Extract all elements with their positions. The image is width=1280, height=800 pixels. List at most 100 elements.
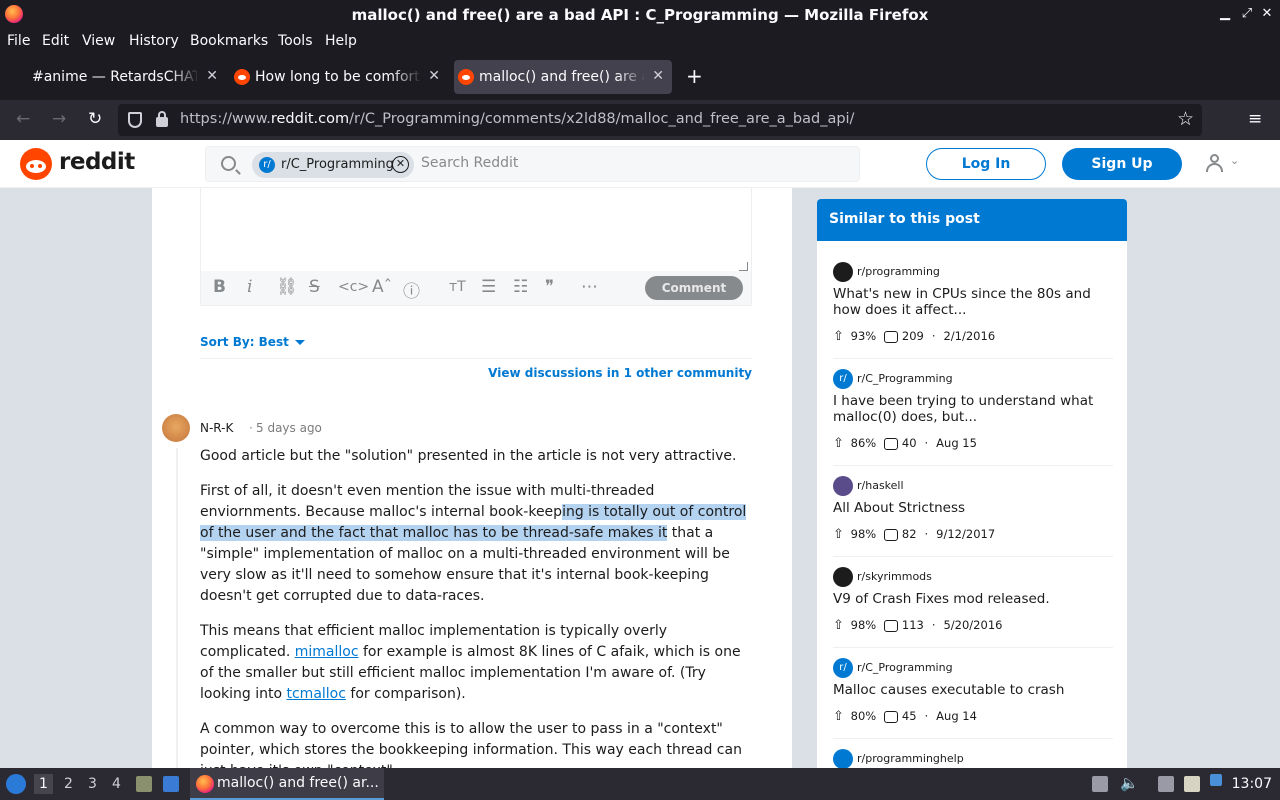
comment-time[interactable]: 5 days ago	[256, 421, 322, 435]
inline-code-icon[interactable]: <c>	[338, 279, 369, 295]
menu-view[interactable]: View	[82, 33, 115, 49]
upvote-icon: ⇧	[833, 527, 844, 542]
maximize-icon[interactable]: ⤢	[1240, 6, 1254, 21]
menu-help[interactable]: Help	[325, 33, 357, 49]
post-title[interactable]: I have been trying to understand what ma…	[833, 393, 1113, 425]
subreddit-name[interactable]: r/C_Programming	[857, 372, 953, 385]
thread-line[interactable]	[176, 448, 178, 768]
log-in-button[interactable]: Log In	[926, 148, 1046, 180]
workspace-3[interactable]: 3	[88, 776, 97, 792]
view-discussions-link[interactable]: View discussions in 1 other community	[488, 366, 752, 380]
back-icon[interactable]: ←	[16, 109, 30, 129]
tcmalloc-link[interactable]: tcmalloc	[287, 686, 346, 702]
menu-tools[interactable]: Tools	[278, 33, 313, 49]
italic-icon[interactable]: i	[247, 277, 252, 297]
strikethrough-icon[interactable]: S	[309, 277, 320, 297]
post-title[interactable]: All About Strictness	[833, 500, 1113, 516]
sign-up-button[interactable]: Sign Up	[1062, 148, 1182, 180]
tab-malloc[interactable]: malloc() and free() are a ✕	[454, 60, 672, 94]
post-meta: ⇧ 93% 209 · 2/1/2016	[833, 329, 996, 344]
clear-chip-icon[interactable]: ✕	[392, 156, 409, 173]
upvote-icon: ⇧	[833, 436, 844, 451]
bulleted-list-icon[interactable]: ☰	[481, 277, 496, 297]
post-title[interactable]: V9 of Crash Fixes mod released.	[833, 591, 1113, 607]
comment-author[interactable]: N-R-K	[200, 421, 233, 435]
comment-icon	[884, 619, 899, 632]
superscript-icon[interactable]: Aˆ	[372, 277, 392, 297]
tray-updates-icon[interactable]	[1092, 776, 1108, 792]
taskbar-firefox-window[interactable]: malloc() and free() ar...	[190, 768, 384, 800]
subreddit-name[interactable]: r/C_Programming	[857, 661, 953, 674]
tab-anime[interactable]: #anime — RetardsCHAT ✕	[8, 60, 226, 94]
start-menu-icon[interactable]	[6, 774, 26, 794]
lock-icon[interactable]	[156, 111, 168, 127]
reddit-header: reddit r/ r/C_Programming ✕ Log In Sign …	[0, 140, 1280, 188]
numbered-list-icon[interactable]: ☷	[513, 277, 528, 297]
network-icon[interactable]	[1158, 776, 1174, 792]
subreddit-name[interactable]: r/skyrimmods	[857, 570, 932, 583]
close-tab-icon[interactable]: ✕	[652, 68, 664, 84]
close-tab-icon[interactable]: ✕	[206, 68, 218, 84]
forward-icon[interactable]: →	[52, 109, 66, 129]
file-manager-icon[interactable]	[136, 776, 152, 792]
menu-bookmarks[interactable]: Bookmarks	[190, 33, 268, 49]
navigation-bar: ← → ↻ https://www.reddit.com/r/C_Program…	[0, 100, 1280, 140]
resize-grip-icon[interactable]	[739, 262, 748, 271]
reddit-logo-icon[interactable]	[20, 148, 52, 180]
workspace-1[interactable]: 1	[34, 774, 53, 794]
comment-icon	[884, 437, 899, 450]
spoiler-icon[interactable]: ⓘ	[403, 277, 420, 302]
comment-button[interactable]: Comment	[645, 276, 743, 300]
comment-editor[interactable]: B i ⛓ S <c> Aˆ ⓘ ᴛT ☰ ☷ ❞ ⋯ Comment	[200, 188, 752, 306]
desktop-icon[interactable]	[163, 776, 179, 792]
taskbar-app-label: malloc() and free() ar...	[217, 775, 379, 791]
comment-paragraph: A common way to overcome this is to allo…	[200, 721, 742, 768]
url-text[interactable]: https://www.reddit.com/r/C_Programming/c…	[180, 111, 854, 127]
sort-dropdown[interactable]: Sort By: Best	[200, 335, 305, 349]
link-icon[interactable]: ⛓	[276, 277, 298, 297]
separator-dot: ·	[249, 421, 253, 435]
bold-icon[interactable]: B	[213, 277, 226, 297]
subreddit-name[interactable]: r/haskell	[857, 479, 904, 492]
reddit-wordmark[interactable]: reddit	[59, 149, 135, 175]
close-window-icon[interactable]: ✕	[1260, 6, 1274, 21]
subreddit-name[interactable]: r/programminghelp	[857, 752, 964, 765]
menu-history[interactable]: History	[129, 33, 179, 49]
menu-edit[interactable]: Edit	[42, 33, 69, 49]
heading-icon[interactable]: ᴛT	[449, 279, 466, 295]
reload-icon[interactable]: ↻	[88, 109, 102, 129]
avatar[interactable]	[162, 414, 190, 442]
reddit-favicon-icon	[234, 69, 250, 85]
more-options-icon[interactable]: ⋯	[581, 277, 598, 297]
minimize-icon[interactable]: ▁	[1218, 6, 1232, 21]
reddit-favicon-icon	[458, 69, 474, 85]
comment-paragraph: First of all, it doesn't even mention th…	[200, 483, 747, 604]
search-input[interactable]	[421, 155, 841, 171]
quote-icon[interactable]: ❞	[545, 277, 554, 297]
new-tab-icon[interactable]: +	[686, 64, 703, 88]
post-main-column: B i ⛓ S <c> Aˆ ⓘ ᴛT ☰ ☷ ❞ ⋯ Comment Sort…	[152, 188, 792, 768]
post-meta: ⇧ 80% 45 · Aug 14	[833, 709, 977, 724]
subreddit-filter-chip[interactable]: r/ r/C_Programming ✕	[252, 152, 414, 178]
clock[interactable]: 13:07	[1232, 776, 1272, 792]
bookmark-star-icon[interactable]: ☆	[1177, 108, 1194, 130]
menu-file[interactable]: File	[7, 33, 30, 49]
close-tab-icon[interactable]: ✕	[428, 68, 440, 84]
post-title[interactable]: What's new in CPUs since the 80s and how…	[833, 286, 1113, 318]
subreddit-name[interactable]: r/programming	[857, 265, 940, 278]
hamburger-menu-icon[interactable]: ≡	[1248, 109, 1262, 129]
url-bar[interactable]: https://www.reddit.com/r/C_Programming/c…	[118, 104, 1202, 136]
divider	[200, 358, 752, 359]
mimalloc-link[interactable]: mimalloc	[295, 644, 359, 660]
notification-icon[interactable]	[1210, 774, 1222, 786]
workspace-2[interactable]: 2	[64, 776, 73, 792]
clipboard-icon[interactable]	[1184, 776, 1200, 792]
volume-icon[interactable]: 🔈	[1120, 774, 1139, 792]
workspace-4[interactable]: 4	[112, 776, 121, 792]
subreddit-icon	[833, 749, 853, 768]
tab-comfortable[interactable]: How long to be comforta ✕	[230, 60, 448, 94]
user-menu[interactable]: ⌄	[1204, 152, 1244, 176]
tracking-protection-icon[interactable]	[128, 112, 142, 128]
post-title[interactable]: Malloc causes executable to crash	[833, 682, 1113, 698]
search-box[interactable]: r/ r/C_Programming ✕	[205, 146, 860, 182]
